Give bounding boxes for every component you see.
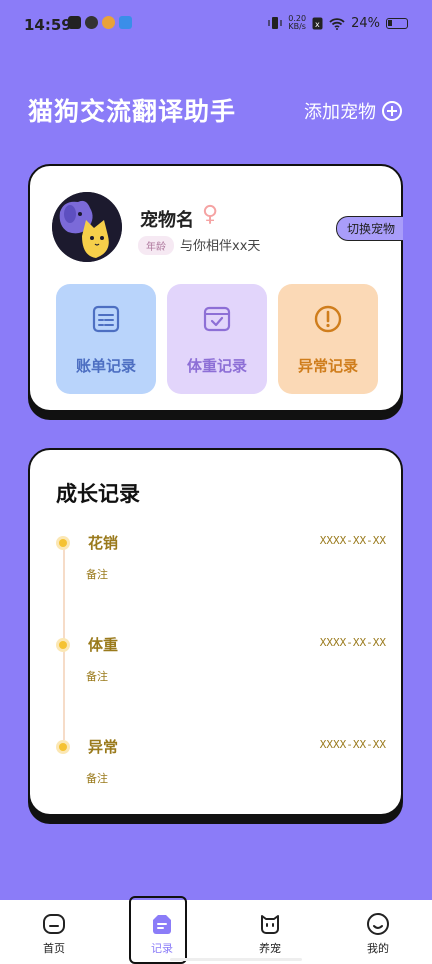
abnormal-record-tile[interactable]: 异常记录	[278, 284, 378, 394]
bill-record-tile[interactable]: 账单记录	[56, 284, 156, 394]
active-tab-highlight	[129, 896, 187, 964]
status-right: 0.20 KB/s x 24%	[268, 15, 408, 31]
header: 猫狗交流翻译助手 添加宠物	[0, 90, 432, 134]
net-speed: 0.20 KB/s	[288, 15, 306, 31]
pet-card: 宠物名 ♀ 年龄 与你相伴xx天 切换宠物 账单记录 体重记录 异常记录	[28, 164, 403, 412]
add-pet-button[interactable]: 添加宠物	[304, 98, 402, 124]
plus-circle-icon	[382, 101, 402, 121]
days-together: 与你相伴xx天	[180, 239, 261, 254]
status-time: 14:59	[24, 16, 72, 34]
timeline-item-date: XXXX-XX-XX	[319, 738, 386, 751]
growth-title: 成长记录	[56, 482, 140, 506]
timeline-item-note: 备注	[86, 772, 108, 785]
female-icon: ♀	[202, 202, 219, 227]
settings-app-icon	[119, 16, 132, 29]
tab-profile-label: 我的	[367, 942, 389, 955]
status-bar: 14:59 0.20 KB/s x 24%	[0, 0, 432, 50]
bill-record-label: 账单记录	[75, 357, 136, 375]
tiktok-icon	[68, 16, 81, 29]
cat-dog-avatar-icon	[52, 192, 122, 262]
tab-pet[interactable]: 养宠	[216, 900, 324, 964]
svg-text:x: x	[315, 20, 320, 29]
pet-name: 宠物名	[140, 210, 194, 231]
abnormal-record-label: 异常记录	[297, 357, 358, 375]
battery-icon	[386, 17, 408, 29]
timeline-item-note: 备注	[86, 568, 108, 581]
pet-avatar[interactable]	[52, 192, 122, 262]
exclamation-icon	[314, 305, 342, 333]
timeline-item-date: XXXX-XX-XX	[319, 636, 386, 649]
add-pet-label: 添加宠物	[304, 102, 376, 123]
app-title: 猫狗交流翻译助手	[28, 97, 237, 126]
pet-icon	[261, 915, 279, 934]
weight-check-icon	[203, 306, 231, 332]
timeline-item-note: 备注	[86, 670, 108, 683]
timeline-dot-icon	[56, 536, 70, 550]
sim-icon: x	[312, 17, 323, 29]
tab-bar: 首页 记录 养宠 我的	[0, 900, 432, 964]
notification-icons	[68, 16, 132, 29]
weight-record-tile[interactable]: 体重记录	[167, 284, 267, 394]
timeline-item-name: 花销	[88, 534, 119, 552]
record-tiles: 账单记录 体重记录 异常记录	[56, 284, 378, 394]
timeline-dot-icon	[56, 740, 70, 754]
tab-home-label: 首页	[43, 942, 65, 955]
net-speed-unit: KB/s	[288, 22, 306, 31]
home-icon	[43, 914, 65, 934]
weibo-icon	[102, 16, 115, 29]
growth-record-card: 成长记录 花销 XXXX-XX-XX 备注 体重 XXXX-XX-XX 备注 异…	[28, 448, 403, 816]
tab-pet-label: 养宠	[259, 942, 281, 955]
timeline-item-name: 体重	[88, 636, 119, 654]
age-badge: 年龄	[138, 236, 174, 255]
vibrate-icon	[268, 17, 282, 29]
weight-record-label: 体重记录	[186, 357, 247, 375]
profile-icon	[367, 913, 389, 935]
timeline-item-date: XXXX-XX-XX	[319, 534, 386, 547]
timeline-item-name: 异常	[88, 738, 119, 756]
switch-pet-button[interactable]: 切换宠物	[335, 216, 403, 241]
app-icon	[85, 16, 98, 29]
battery-percent: 24%	[351, 15, 380, 31]
timeline-dot-icon	[56, 638, 70, 652]
tab-home[interactable]: 首页	[0, 900, 108, 964]
bill-icon	[92, 305, 120, 333]
wifi-icon	[329, 17, 345, 30]
tab-profile[interactable]: 我的	[324, 900, 432, 964]
home-indicator	[170, 958, 302, 961]
